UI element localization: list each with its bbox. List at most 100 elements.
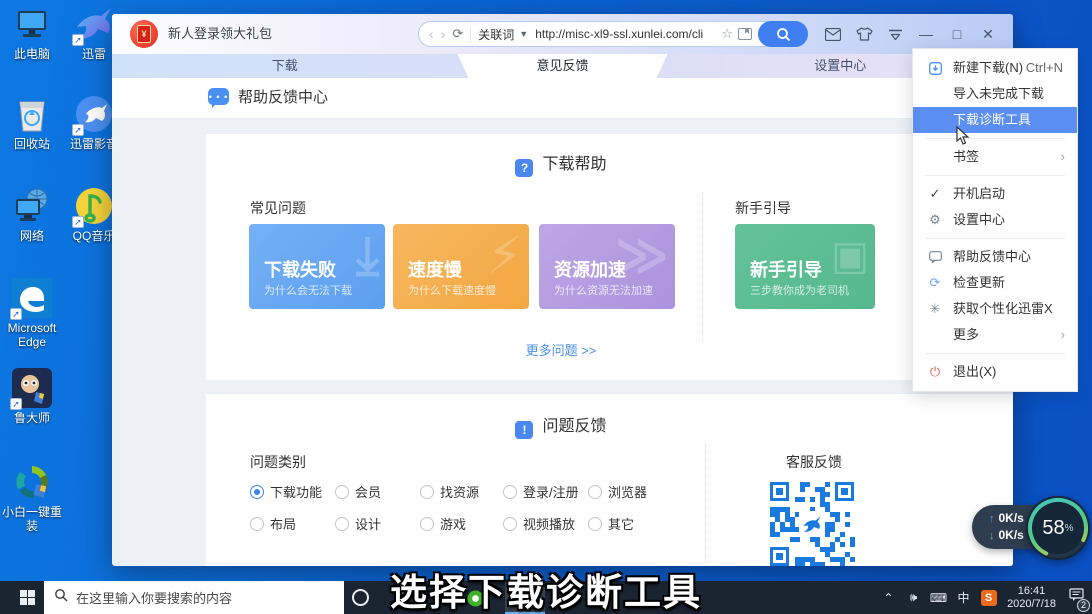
radio-other[interactable]: 其它	[588, 514, 634, 533]
upload-speed: 0K/s	[999, 511, 1024, 525]
desktop-icon-xiaobai[interactable]: 小白一键重装	[0, 462, 64, 533]
radio-membership[interactable]: 会员	[335, 482, 381, 501]
menu-item-settings[interactable]: ⚙设置中心	[913, 207, 1077, 233]
card-download-fail[interactable]: ⤓ 下载失败 为什么会无法下载	[249, 224, 385, 309]
divider	[925, 238, 1065, 239]
chat-bubble-icon: • • •	[208, 88, 229, 108]
back-icon[interactable]: ‹	[429, 26, 434, 42]
mail-icon[interactable]	[822, 23, 844, 45]
radio-design[interactable]: 设计	[335, 514, 381, 533]
divider	[705, 444, 706, 562]
guide-watermark-icon: ▣	[831, 226, 869, 286]
url-text[interactable]: http://misc-xl9-ssl.xunlei.com/cli	[535, 27, 716, 41]
maximize-button[interactable]: □	[946, 23, 968, 45]
divider	[925, 138, 1065, 139]
add-bookmark-icon[interactable]	[738, 28, 752, 40]
shortcut-arrow-icon: ➚	[72, 34, 84, 46]
promo-gift-icon[interactable]: ¥	[130, 20, 158, 48]
question-badge-icon: ?	[515, 159, 533, 177]
download-help-panel: ?下载帮助 常见问题 ⤓ 下载失败 为什么会无法下载 ⚡ 速度慢 为什么下载速度…	[206, 134, 1013, 380]
desktop-icon-ms-edge[interactable]: ➚ Microsoft Edge	[0, 278, 64, 349]
xunlei-bird-logo	[799, 511, 825, 537]
xunlei-window: ¥ 新人登录领大礼包 ‹ › ⟳ 关联词 ▼ http://misc-xl9-s…	[112, 14, 1013, 566]
menu-item-check-update[interactable]: ⟳检查更新	[913, 270, 1077, 296]
this-pc-icon	[12, 4, 52, 44]
card-resource-boost[interactable]: ≫ 资源加速 为什么资源无法加速	[539, 224, 675, 309]
network-icon	[12, 186, 52, 226]
desktop-icon-this-pc[interactable]: 此电脑	[0, 4, 64, 61]
favorite-star-icon[interactable]: ☆	[721, 26, 733, 42]
radio-login-register[interactable]: 登录/注册	[503, 482, 579, 501]
mouse-cursor	[956, 126, 971, 151]
help-section-title: ?下载帮助	[206, 150, 916, 177]
lightning-watermark-icon: ⚡	[486, 226, 523, 286]
download-speed: 0K/s	[999, 528, 1024, 542]
chat-icon	[926, 244, 944, 270]
upload-arrow-icon: ↑	[989, 513, 995, 525]
radio-layout[interactable]: 布局	[250, 514, 296, 533]
skin-shirt-icon[interactable]	[853, 23, 875, 45]
radio-browser[interactable]: 浏览器	[588, 482, 647, 501]
shortcut-text: Ctrl+N	[1026, 55, 1063, 81]
exclamation-badge-icon: !	[515, 421, 533, 439]
page-header: • • • 帮助反馈中心	[112, 78, 1013, 118]
download-arrow-icon: ↓	[989, 530, 995, 542]
desktop-icon-recycle-bin[interactable]: 回收站	[0, 94, 64, 151]
search-button[interactable]	[758, 21, 808, 47]
main-menu-icon[interactable]	[884, 23, 906, 45]
menu-item-help-feedback[interactable]: 帮助反馈中心	[913, 244, 1077, 270]
keyword-dropdown[interactable]: 关联词	[478, 26, 514, 43]
radio-find-resource[interactable]: 找资源	[420, 482, 479, 501]
feedback-section-title: !问题反馈	[206, 412, 916, 439]
down-arrow-watermark-icon: ⤓	[356, 226, 379, 286]
chevron-right-icon: ›	[1061, 144, 1065, 170]
xunlei-bird-icon: ➚	[74, 4, 114, 44]
guide-label: 新手引导	[735, 198, 791, 218]
refresh-icon[interactable]: ⟳	[452, 26, 463, 42]
divider	[925, 353, 1065, 354]
refresh-icon: ⟳	[926, 270, 944, 296]
chevron-down-icon[interactable]: ▼	[519, 29, 528, 39]
new-download-icon	[926, 55, 944, 81]
category-label: 问题类别	[250, 452, 306, 472]
radio-game[interactable]: 游戏	[420, 514, 466, 533]
faq-label: 常见问题	[250, 198, 306, 218]
check-icon: ✓	[926, 181, 944, 207]
card-beginner-guide[interactable]: ▣ 新手引导 三步教你成为老司机	[735, 224, 875, 309]
desktop-icon-network[interactable]: 网络	[0, 186, 64, 243]
video-subtitle: 选择下载诊断工具	[0, 562, 1092, 614]
feedback-panel: !问题反馈 问题类别 下载功能 会员 找资源 登录/注册 浏览器 布局 设计 游…	[206, 394, 1013, 566]
tab-feedback[interactable]: 意见反馈	[458, 54, 668, 78]
qq-music-icon: ➚	[74, 186, 114, 226]
promo-title[interactable]: 新人登录领大礼包	[168, 14, 272, 54]
forward-icon[interactable]: ›	[441, 26, 446, 42]
menu-item-new-download[interactable]: 新建下载(N) Ctrl+N	[913, 55, 1077, 81]
tab-download[interactable]: 下载	[112, 54, 458, 78]
card-slow-speed[interactable]: ⚡ 速度慢 为什么下载速度慢	[393, 224, 529, 309]
minimize-button[interactable]: —	[915, 23, 937, 45]
address-bar[interactable]: ‹ › ⟳ 关联词 ▼ http://misc-xl9-ssl.xunlei.c…	[418, 21, 808, 47]
close-button[interactable]: ✕	[977, 23, 999, 45]
shortcut-arrow-icon: ➚	[10, 308, 22, 320]
radio-video-playback[interactable]: 视频播放	[503, 514, 575, 533]
usage-gauge-widget[interactable]: 58%	[1026, 496, 1090, 560]
menu-item-import-unfinished[interactable]: 导入未完成下载	[913, 81, 1077, 107]
desktop-icon-ludashi[interactable]: ➚ 鲁大师	[0, 368, 64, 425]
menu-item-bookmarks[interactable]: 书签›	[913, 144, 1077, 170]
shortcut-arrow-icon: ➚	[10, 398, 22, 410]
menu-item-startup[interactable]: ✓开机启动	[913, 181, 1077, 207]
menu-item-more[interactable]: 更多›	[913, 322, 1077, 348]
window-titlebar: ¥ 新人登录领大礼包 ‹ › ⟳ 关联词 ▼ http://misc-xl9-s…	[112, 14, 1013, 54]
recycle-bin-icon	[12, 94, 52, 134]
shortcut-arrow-icon: ➚	[72, 216, 84, 228]
radio-download-feature[interactable]: 下载功能	[250, 482, 322, 501]
power-icon: ⏻	[926, 359, 944, 385]
menu-item-exit[interactable]: ⏻退出(X)	[913, 359, 1077, 385]
more-questions-link[interactable]: 更多问题 >>	[206, 340, 916, 359]
page-title: 帮助反馈中心	[238, 78, 328, 118]
ms-edge-icon: ➚	[12, 278, 52, 318]
xiaobai-icon	[12, 462, 52, 502]
menu-item-download-diagnostic[interactable]: 下载诊断工具	[913, 107, 1077, 133]
menu-item-personalized[interactable]: ✳获取个性化迅雷X	[913, 296, 1077, 322]
divider	[470, 28, 471, 41]
